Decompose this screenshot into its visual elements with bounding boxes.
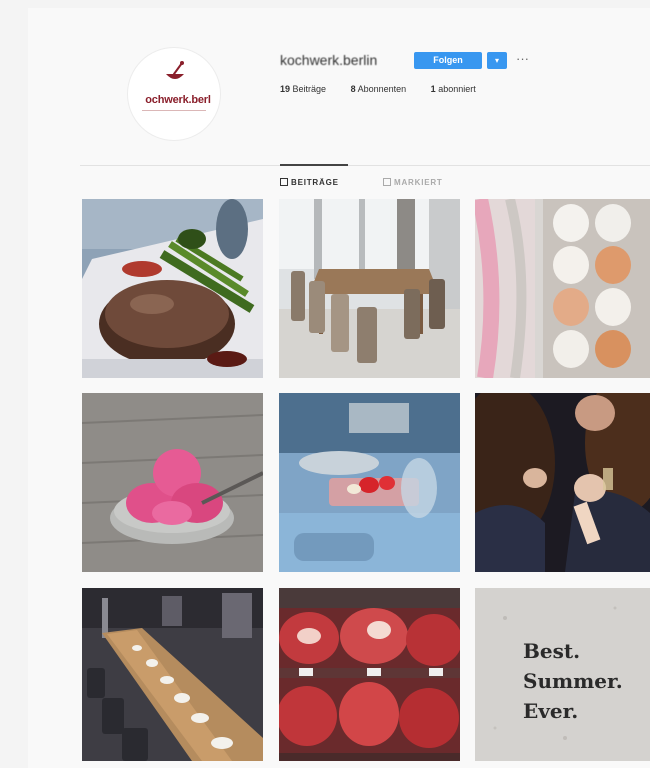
profile-username: kochwerk.berlin (280, 52, 378, 68)
chevron-down-icon: ▾ (494, 56, 499, 65)
meat-display-photo (279, 588, 460, 761)
followers-stat[interactable]: 8 Abonnenten (351, 84, 407, 94)
dining-room-photo (279, 199, 460, 378)
ice-cream-photo (82, 393, 263, 572)
profile-avatar[interactable]: ochwerk.berl (128, 48, 220, 140)
post-thumbnail[interactable] (279, 588, 460, 761)
tab-divider (80, 165, 650, 166)
post-thumbnail[interactable] (82, 393, 263, 572)
more-options-icon[interactable]: ··· (516, 50, 529, 68)
follow-button[interactable]: Folgen (414, 52, 482, 69)
steak-photo (82, 199, 263, 378)
banquet-table-photo (82, 588, 263, 761)
following-count: 1 (430, 84, 436, 94)
followers-label: Abonnenten (357, 84, 407, 94)
quote-text: Best. Summer. Ever. (523, 639, 623, 723)
following-stat[interactable]: 1 abonniert (431, 84, 476, 94)
post-thumbnail[interactable] (82, 588, 263, 761)
avatar-logo-text: ochwerk.berl (145, 94, 211, 106)
posts-count: 19 (280, 84, 291, 94)
profile-stats: 19 Beiträge 8 Abonnenten 1 abonniert (280, 84, 498, 94)
post-thumbnail[interactable] (279, 199, 460, 378)
tab-posts[interactable]: BEITRÄGE (280, 178, 339, 187)
tab-posts-label: BEITRÄGE (291, 178, 339, 187)
post-thumbnail[interactable] (82, 199, 263, 378)
following-label: abonniert (438, 84, 476, 94)
tag-icon (383, 178, 391, 186)
post-thumbnail[interactable]: Best. Summer. Ever. (475, 588, 650, 761)
avatar-logo-underline (142, 110, 206, 114)
followers-count: 8 (350, 84, 356, 94)
grid-icon (280, 178, 288, 186)
eggs-photo (475, 199, 650, 378)
post-thumbnail[interactable] (475, 199, 650, 378)
posts-label: Beiträge (292, 84, 327, 94)
post-thumbnail[interactable] (475, 393, 650, 572)
tab-tagged-label: MARKIERT (394, 178, 443, 187)
active-tab-indicator (280, 164, 348, 166)
whisk-logo-icon (166, 61, 184, 79)
tab-tagged[interactable]: MARKIERT (383, 178, 443, 187)
posts-stat: 19 Beiträge (280, 84, 326, 94)
people-toasting-photo (475, 393, 650, 572)
kitchen-photo (279, 393, 460, 572)
post-thumbnail[interactable] (279, 393, 460, 572)
suggestions-dropdown-button[interactable]: ▾ (487, 52, 507, 69)
